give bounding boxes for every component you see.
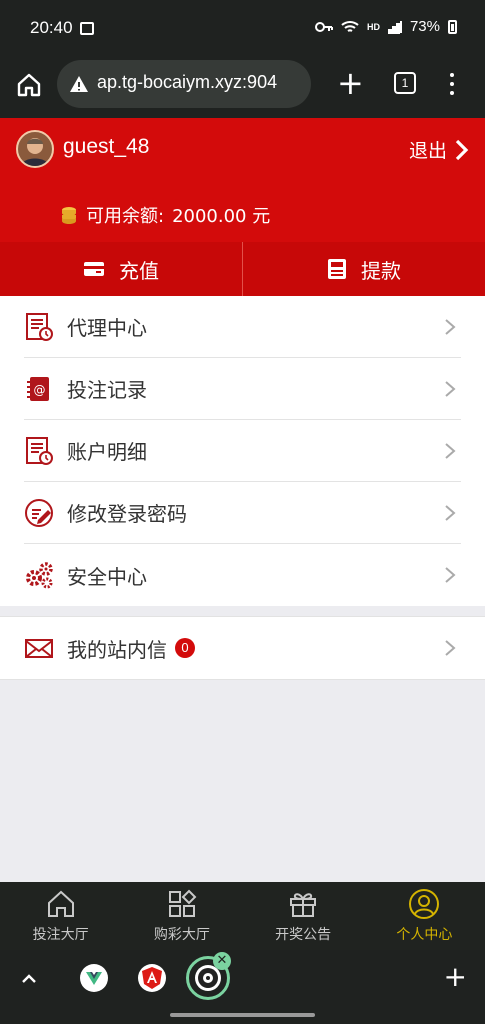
menu-item-label: 投注记录 [67,378,147,402]
menu-item-account-details[interactable]: 账户明细 [24,420,461,482]
chevron-right-icon [445,443,456,459]
logout-button[interactable]: 退出 [409,136,469,163]
coins-icon [62,207,76,224]
menu-item-label: 我的站内信 [67,637,167,662]
browser-toolbar: ap.tg-bocaiym.xyz:904 + 1 [0,58,485,118]
card-icon [84,262,104,276]
menu-item-bet-records[interactable]: @ 投注记录 [24,358,461,420]
url-text[interactable]: ap.tg-bocaiym.xyz:904 [97,72,277,93]
chevron-right-icon [445,319,456,335]
document-clock-icon [24,436,54,466]
gears-icon [24,560,54,590]
address-bar[interactable]: ap.tg-bocaiym.xyz:904 [57,60,311,108]
avatar[interactable] [16,130,54,168]
chevron-up-icon[interactable] [20,970,38,988]
bottom-navigation: 投注大厅 购彩大厅 开奖公告 个人中心 [0,882,485,950]
grid-icon [168,889,197,917]
nav-draw-announcements[interactable]: 开奖公告 [243,882,364,950]
close-icon[interactable]: ✕ [213,952,231,970]
nav-betting-hall[interactable]: 投注大厅 [0,882,121,950]
svg-text:@: @ [34,383,46,397]
battery-percent: 73% [409,18,440,35]
gift-icon [290,893,317,917]
browser-menu-icon[interactable] [446,71,458,97]
balance-value: 2000.00 元 [172,206,271,227]
account-actions: 充值 提款 [0,242,485,296]
new-tab-plus-icon[interactable]: + [337,67,364,99]
recharge-label: 充值 [119,258,159,283]
atm-icon [328,259,346,279]
account-menu: 代理中心 @ 投注记录 账户明细 修改登录密码 安全中心 [0,296,485,606]
menu-item-change-password[interactable]: 修改登录密码 [24,482,461,544]
chevron-right-icon [455,139,469,160]
tab-switcher-button[interactable]: 1 [394,72,416,94]
nav-personal-center[interactable]: 个人中心 [364,882,485,950]
balance-row: 可用余额: 2000.00 元 [60,202,270,228]
warning-icon[interactable] [69,74,89,94]
recharge-button[interactable]: 充值 [0,242,242,296]
messages-section: 我的站内信 0 [0,616,485,680]
user-header: guest_48 退出 可用余额: 2000.00 元 充值 提款 [0,118,485,296]
user-icon [409,889,440,919]
balance-label: 可用余额: [86,206,165,227]
signal-icon [387,20,402,34]
add-plus-icon[interactable]: + [444,960,467,993]
withdraw-button[interactable]: 提款 [242,242,485,296]
wifi-icon [341,20,359,32]
battery-icon [448,19,457,34]
angular-extension-icon[interactable] [138,964,166,992]
menu-item-agent-center[interactable]: 代理中心 [24,296,461,358]
status-time: 20:40 [30,18,73,37]
menu-item-label: 账户明细 [67,440,147,464]
username: guest_48 [63,135,150,158]
withdraw-label: 提款 [361,258,401,283]
nav-label: 开奖公告 [275,927,332,943]
menu-item-messages[interactable]: 我的站内信 0 [24,617,461,679]
nav-label: 投注大厅 [32,927,89,943]
menu-item-label: 安全中心 [67,564,147,589]
nav-lottery-hall[interactable]: 购彩大厅 [121,882,242,950]
status-bar: 20:40 HD 73% [0,0,485,58]
home-icon [47,890,74,917]
gesture-bar [170,1013,315,1017]
key-icon [314,21,333,32]
chevron-right-icon [445,567,456,583]
home-icon[interactable] [14,70,44,100]
menu-item-label: 修改登录密码 [67,502,187,526]
vue-extension-icon[interactable] [80,964,108,992]
document-clock-icon [24,312,54,342]
envelope-icon [24,633,54,663]
menu-item-security-center[interactable]: 安全中心 [24,544,461,606]
edit-icon [24,498,54,528]
chevron-right-icon [445,505,456,521]
system-icons: HD 73% [314,18,457,35]
hd-icon: HD [366,21,380,32]
unread-count-badge: 0 [175,638,195,658]
logout-label: 退出 [408,140,447,162]
menu-item-label: 代理中心 [67,316,147,340]
chevron-right-icon [445,640,456,656]
nav-label: 购彩大厅 [153,927,210,943]
address-book-icon: @ [24,374,54,404]
nav-label: 个人中心 [396,927,453,943]
image-notification-icon [80,22,94,35]
chevron-right-icon [445,381,456,397]
